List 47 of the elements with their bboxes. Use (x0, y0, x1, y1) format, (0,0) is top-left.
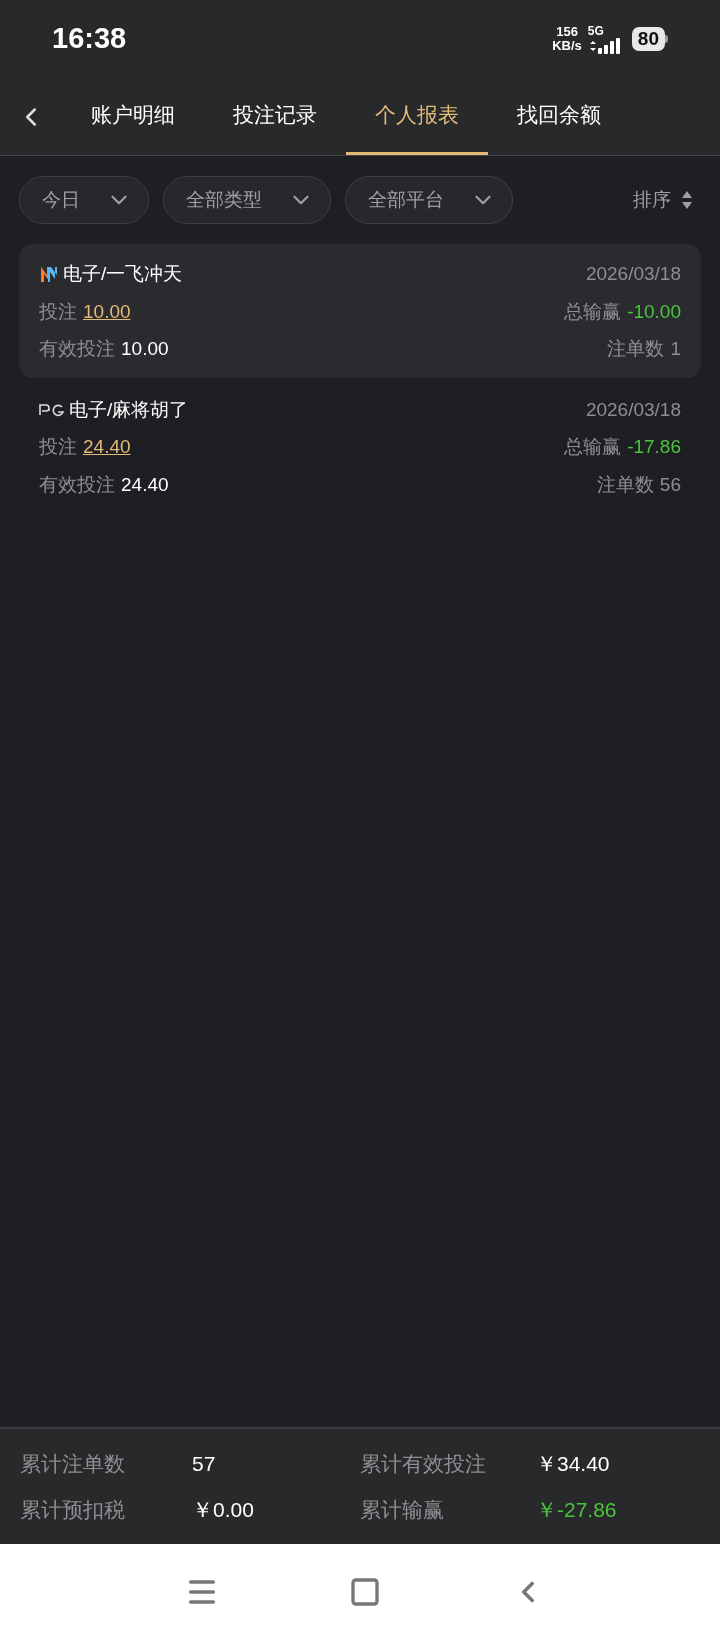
filter-dropdown[interactable]: 今日 (19, 176, 149, 224)
bet-count: 56 (659, 472, 681, 497)
record-date: 2026/03/18 (585, 397, 681, 422)
record-date: 2026/03/18 (585, 262, 681, 286)
summary-label: 累计注单数 (20, 1451, 126, 1477)
bet-count: 1 (670, 337, 681, 361)
summary-value: 57 (192, 1451, 216, 1477)
sort-icon (681, 190, 693, 210)
bet-count-label: 注单数 (607, 337, 665, 361)
game-logo-icon (39, 402, 65, 417)
bet-amount-link[interactable]: 24.40 (83, 433, 131, 462)
record-card[interactable]: 电子/麻将胡了 2026/03/18 投注 24.40 总输赢 -17.86 有效投注 24.40 注单数 56 (19, 379, 701, 513)
bet-label: 投注 (39, 435, 77, 459)
battery-level: 80 (631, 27, 665, 51)
filter-dropdown[interactable]: 全部平台 (345, 176, 513, 224)
summary-value: ￥-27.86 (536, 1496, 617, 1523)
win-label: 总输赢 (564, 299, 622, 324)
home-icon[interactable] (349, 1576, 381, 1608)
win-amount: -17.86 (627, 435, 681, 459)
summary-label: 累计输赢 (360, 1496, 445, 1523)
network-type: 5G (587, 24, 604, 38)
valid-bet-amount: 24.40 (121, 472, 169, 497)
valid-bet-amount: 10.00 (121, 337, 169, 361)
status-time: 16:38 (52, 21, 127, 57)
summary-label: 累计有效投注 (360, 1451, 487, 1477)
bet-count-label: 注单数 (596, 472, 654, 497)
summary-label: 累计预扣税 (20, 1496, 126, 1523)
network-speed: 156 (556, 25, 578, 39)
summary-value: ￥0.00 (192, 1496, 254, 1523)
record-card[interactable]: 电子/一飞冲天 2026/03/18 投注 10.00 总输赢 -10.00 有效投注 10.00 注单数 1 (19, 244, 701, 378)
game-title: 电子/麻将胡了 (69, 397, 189, 422)
network-speed-unit: KB/s (552, 39, 582, 53)
sort-button[interactable]: 排序 (633, 185, 701, 215)
valid-bet-label: 有效投注 (39, 472, 115, 497)
tab[interactable]: 账户明细 (62, 78, 204, 155)
tab[interactable]: 投注记录 (204, 78, 346, 155)
tab[interactable]: 找回余额 (488, 78, 630, 155)
bet-amount-link[interactable]: 10.00 (83, 297, 131, 326)
game-logo-icon (39, 264, 59, 285)
valid-bet-label: 有效投注 (39, 337, 115, 361)
filter-dropdown[interactable]: 全部类型 (163, 176, 331, 224)
bet-label: 投注 (39, 299, 77, 324)
game-title: 电子/一飞冲天 (63, 262, 183, 286)
win-amount: -10.00 (627, 299, 681, 324)
win-label: 总输赢 (564, 435, 622, 459)
summary-value: ￥34.40 (536, 1451, 610, 1477)
tab[interactable]: 个人报表 (346, 78, 488, 155)
